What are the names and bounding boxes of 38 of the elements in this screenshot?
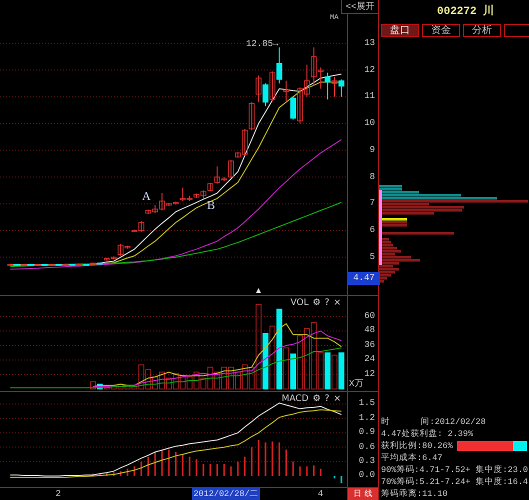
axis-label: 0.0 <box>358 471 375 480</box>
axis-label: 0.9 <box>358 428 375 438</box>
axis-label: 1.2 <box>358 414 375 423</box>
info-text: 筹码乖离:11.10 <box>381 488 448 500</box>
price-annotation: 12.85→ <box>246 40 278 49</box>
axis-label: 5 <box>370 252 375 262</box>
axis-label: 36 <box>364 340 375 350</box>
info-text: 4.47处获利盘: 2.39% <box>381 428 474 440</box>
date-axis-label: 4 <box>318 490 324 499</box>
indicator-title: MACD <box>282 394 309 404</box>
axis-label: 0.6 <box>358 442 375 452</box>
indicator-title: VOL <box>290 298 309 308</box>
axis-label: 0.3 <box>358 457 375 466</box>
info-text: 90%筹码:4.71-7.52+ 集中度:23.0 <box>381 464 528 476</box>
axis-label: 8 <box>370 172 375 182</box>
axis-label: 7 <box>370 199 375 208</box>
axis-label: 6 <box>370 226 375 235</box>
unit-label: X万 <box>349 380 364 389</box>
info-text: 获利比例:80.26% <box>381 440 453 452</box>
axis-label: 24 <box>364 355 375 364</box>
axis-label: 60 <box>364 312 375 321</box>
date-axis-label: 2 <box>56 490 61 499</box>
axis-label: 48 <box>364 326 375 336</box>
info-text: 时 间:2012/02/28 <box>381 416 486 428</box>
axis-label: 12 <box>364 370 375 379</box>
axis-label: 9 <box>370 146 375 155</box>
axis-label: 12 <box>364 66 375 75</box>
point-label: B <box>207 199 216 211</box>
current-price-label: 4.47 <box>348 272 380 285</box>
stock-title: 002272 川 <box>436 4 496 20</box>
axis-label: 11 <box>364 92 375 102</box>
point-label: A <box>142 190 151 202</box>
cursor-date-label: 2012/02/28/二 <box>192 488 260 500</box>
axis-label: 10 <box>364 119 375 128</box>
info-text: 70%筹码:5.21-7.24+ 集中度:16.4 <box>381 476 528 488</box>
info-text: 平均成本:6.47 <box>381 452 443 464</box>
axis-label: 13 <box>364 38 375 48</box>
axis-label: 1.5 <box>358 399 375 408</box>
